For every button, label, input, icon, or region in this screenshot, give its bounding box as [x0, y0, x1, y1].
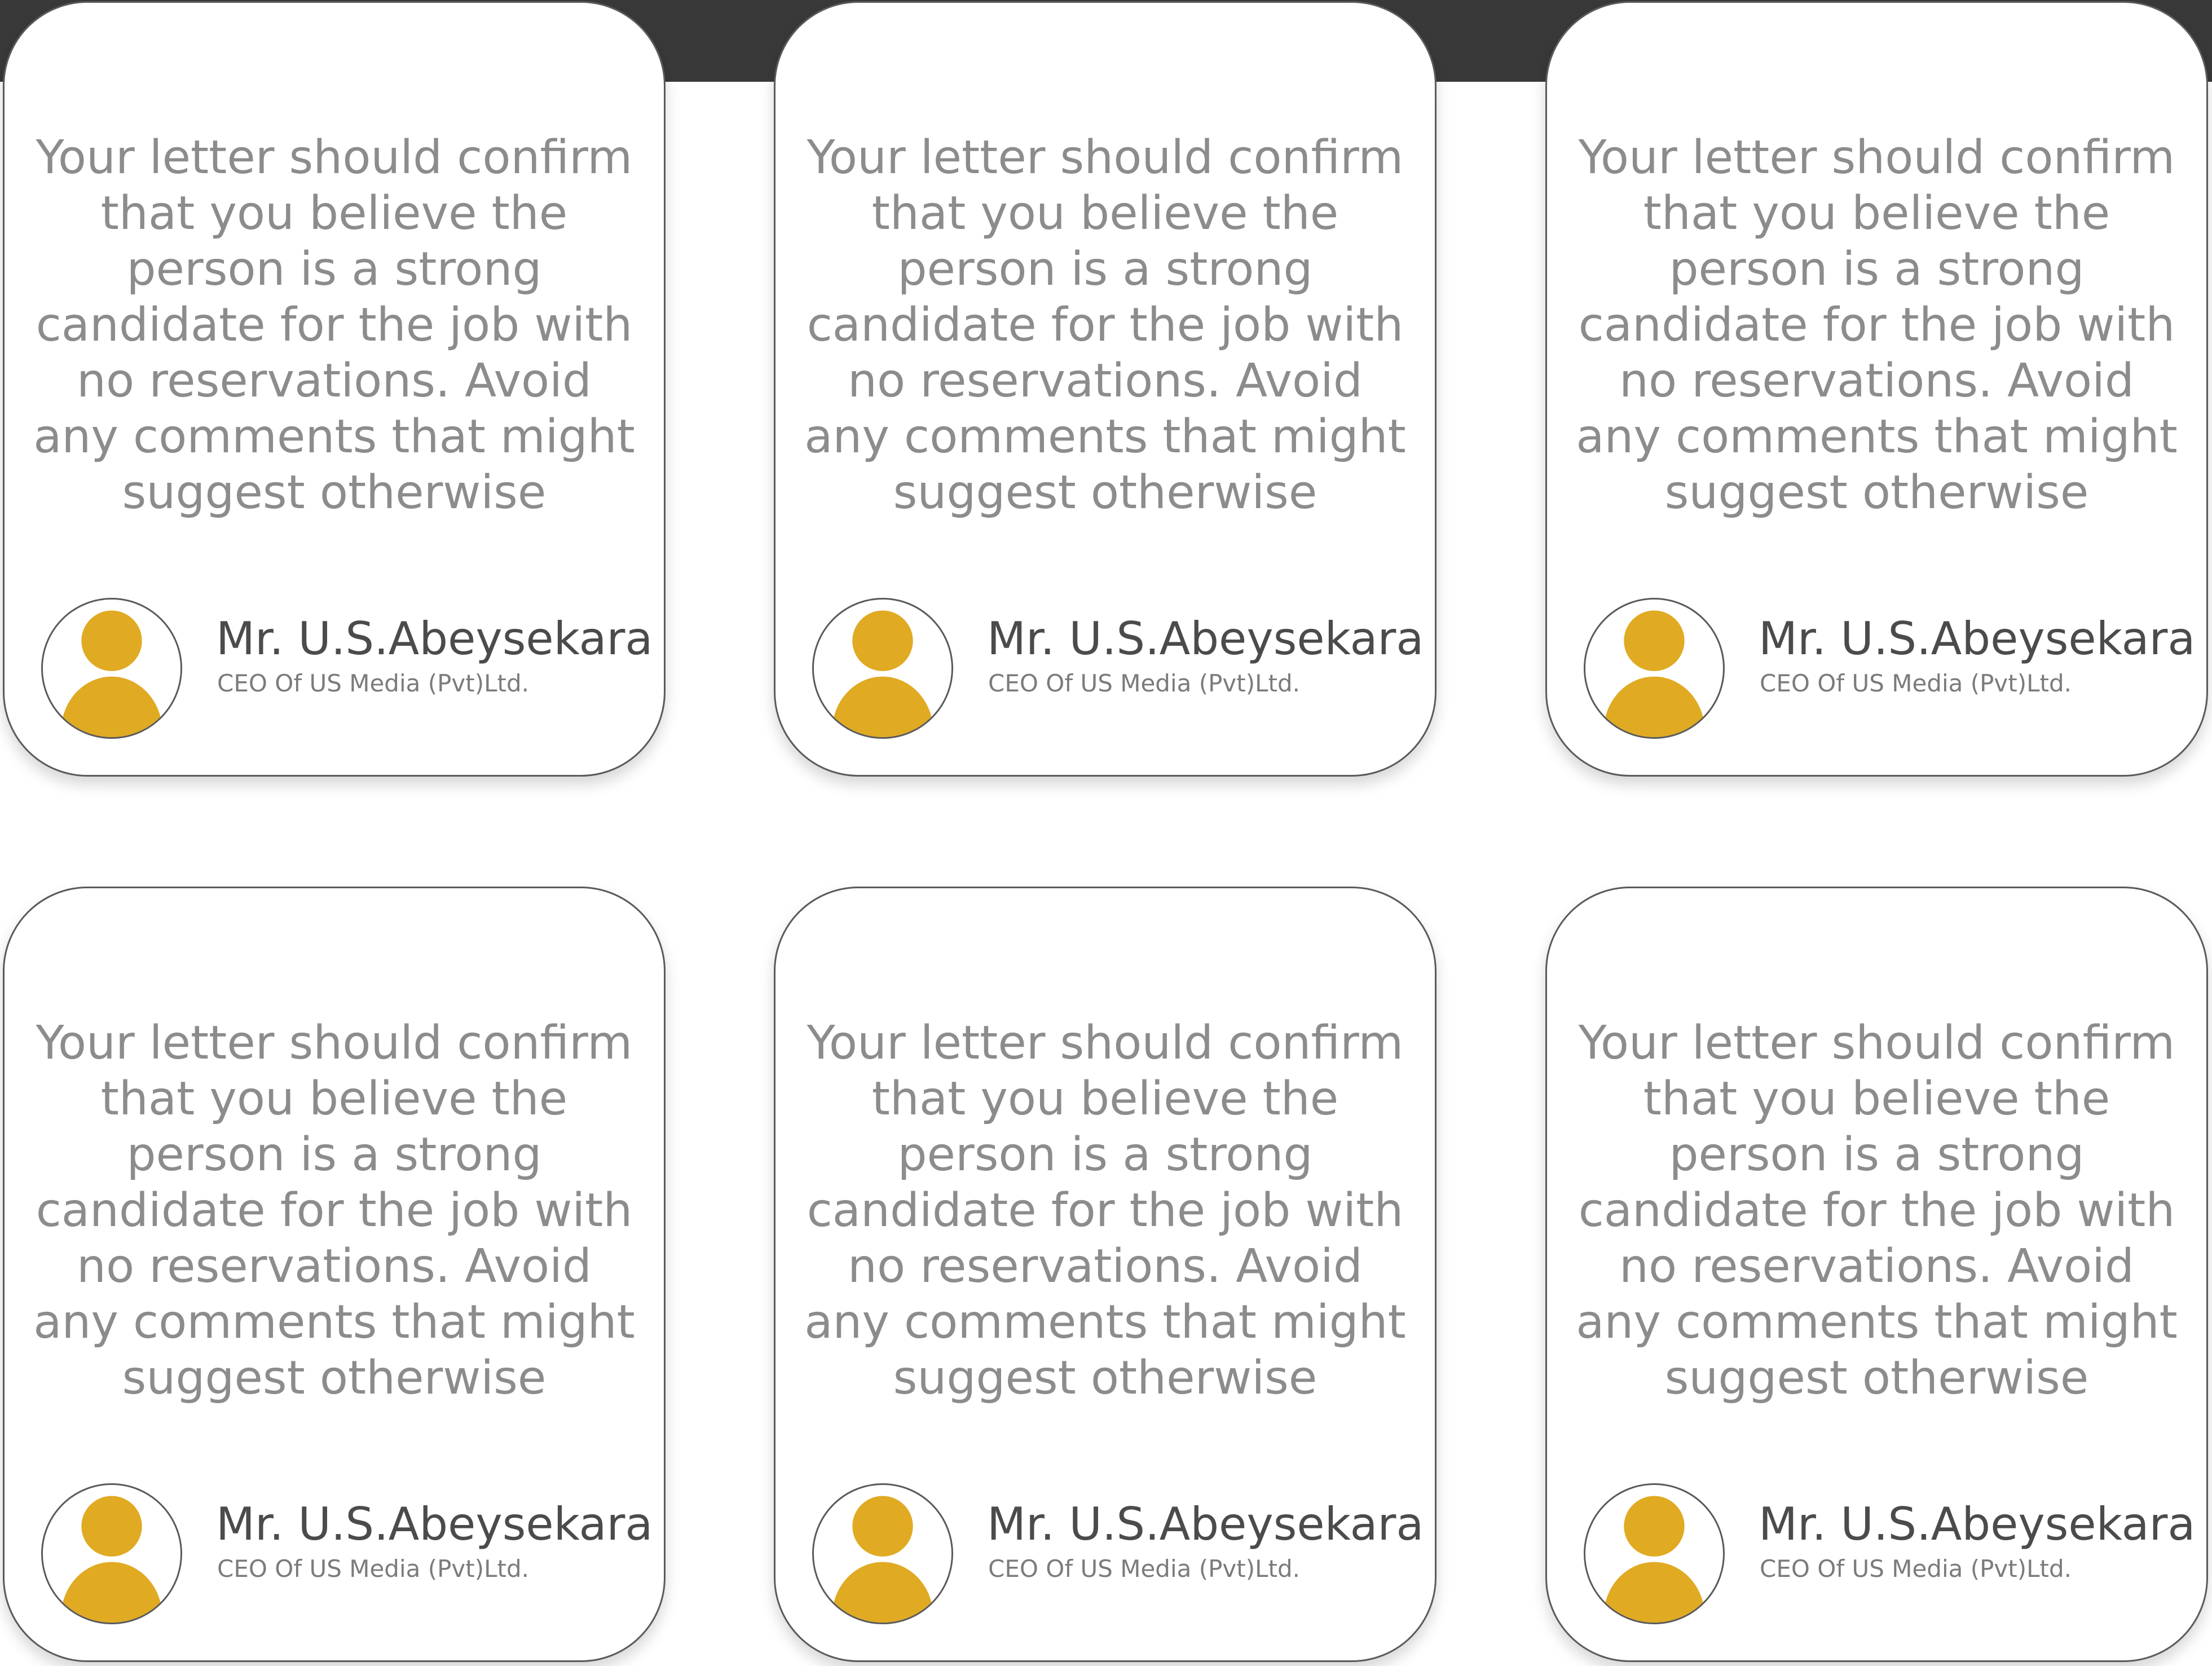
author-name: Mr. U.S.Abeysekara	[987, 1498, 1424, 1550]
author-title: CEO Of US Media (Pvt)Ltd.	[217, 669, 530, 697]
user-avatar-icon	[1584, 1483, 1725, 1624]
author-title: CEO Of US Media (Pvt)Ltd.	[217, 1555, 530, 1583]
author-name: Mr. U.S.Abeysekara	[1759, 1498, 2196, 1550]
testimonial-card: Your letter should confirm that you beli…	[3, 887, 666, 1662]
user-avatar-icon	[41, 1483, 182, 1624]
user-avatar-icon	[812, 1483, 953, 1624]
author-title: CEO Of US Media (Pvt)Ltd.	[988, 1555, 1301, 1583]
testimonial-card: Your letter should confirm that you beli…	[774, 887, 1437, 1662]
author-name: Mr. U.S.Abeysekara	[1759, 612, 2196, 665]
author-name: Mr. U.S.Abeysekara	[216, 612, 653, 665]
user-avatar-icon	[1584, 598, 1725, 739]
testimonial-card: Your letter should confirm that you beli…	[1545, 887, 2208, 1662]
testimonial-card: Your letter should confirm that you beli…	[1545, 1, 2208, 777]
testimonial-quote: Your letter should confirm that you beli…	[804, 131, 1406, 519]
author-title: CEO Of US Media (Pvt)Ltd.	[1760, 1555, 2072, 1583]
person-silhouette-icon	[61, 1496, 162, 1623]
person-silhouette-icon	[1603, 1496, 1705, 1623]
user-avatar-icon	[812, 598, 953, 739]
testimonial-quote: Your letter should confirm that you beli…	[33, 131, 635, 519]
testimonial-quote: Your letter should confirm that you beli…	[804, 1016, 1406, 1405]
person-silhouette-icon	[61, 610, 162, 737]
person-silhouette-icon	[1603, 610, 1705, 737]
testimonial-quote: Your letter should confirm that you beli…	[1576, 131, 2178, 519]
person-silhouette-icon	[832, 1496, 933, 1623]
testimonial-grid: Your letter should confirm that you beli…	[3, 0, 2211, 1666]
author-title: CEO Of US Media (Pvt)Ltd.	[988, 669, 1301, 697]
author-title: CEO Of US Media (Pvt)Ltd.	[1760, 669, 2072, 697]
person-silhouette-icon	[832, 610, 933, 737]
user-avatar-icon	[41, 598, 182, 739]
testimonial-card: Your letter should confirm that you beli…	[774, 1, 1437, 777]
author-name: Mr. U.S.Abeysekara	[216, 1498, 653, 1550]
author-name: Mr. U.S.Abeysekara	[987, 612, 1424, 665]
testimonial-card: Your letter should confirm that you beli…	[3, 1, 666, 777]
testimonial-quote: Your letter should confirm that you beli…	[33, 1016, 635, 1405]
testimonial-quote: Your letter should confirm that you beli…	[1576, 1016, 2178, 1405]
